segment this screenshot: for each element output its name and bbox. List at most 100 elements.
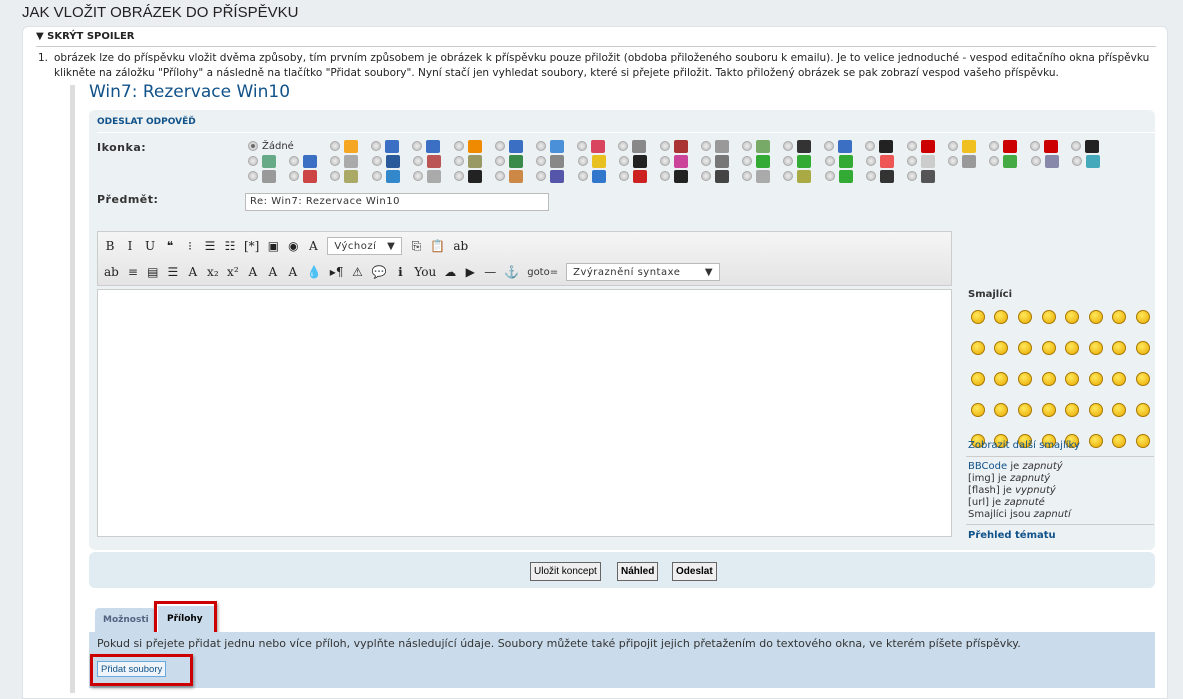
radio[interactable] xyxy=(495,156,506,166)
radio[interactable] xyxy=(701,171,712,181)
icon-option[interactable] xyxy=(495,169,536,183)
smiley-button[interactable] xyxy=(1108,425,1132,456)
icon-option[interactable] xyxy=(659,154,701,168)
radio[interactable] xyxy=(742,156,753,166)
toolbar-button[interactable]: — xyxy=(484,264,496,280)
icon-option[interactable] xyxy=(906,139,948,153)
radio[interactable] xyxy=(536,156,547,166)
toolbar-button[interactable]: B xyxy=(104,238,116,254)
radio[interactable] xyxy=(865,141,876,151)
icon-option[interactable] xyxy=(742,154,783,168)
icon-option[interactable] xyxy=(330,169,371,183)
more-smileys-link[interactable]: Zobrazit další smajlíky xyxy=(968,440,1080,451)
radio[interactable] xyxy=(907,171,917,181)
smiley-button[interactable] xyxy=(1131,332,1155,363)
toolbar-button[interactable]: ☁ xyxy=(444,264,456,280)
smiley-button[interactable] xyxy=(1013,363,1037,394)
toolbar-button[interactable]: ⎘ xyxy=(410,238,422,254)
radio[interactable] xyxy=(824,171,835,181)
radio[interactable] xyxy=(453,171,464,181)
toolbar-button[interactable]: x² xyxy=(227,264,239,280)
save-draft-button[interactable]: Uložit koncept xyxy=(530,562,601,581)
toolbar-button[interactable]: ☰ xyxy=(167,264,179,280)
radio[interactable] xyxy=(659,141,670,151)
icon-option[interactable] xyxy=(1030,139,1071,153)
radio[interactable] xyxy=(1071,156,1082,166)
radio[interactable] xyxy=(618,141,629,151)
smiley-button[interactable] xyxy=(990,332,1014,363)
toolbar-button[interactable]: ab xyxy=(453,238,468,254)
smiley-button[interactable] xyxy=(1037,301,1061,332)
smiley-button[interactable] xyxy=(1013,332,1037,363)
smiley-button[interactable] xyxy=(1131,394,1155,425)
icon-option[interactable] xyxy=(495,154,536,168)
smiley-button[interactable] xyxy=(966,301,990,332)
icon-option[interactable] xyxy=(948,154,989,168)
icon-option[interactable] xyxy=(907,169,948,183)
radio[interactable] xyxy=(453,156,464,166)
icon-option[interactable] xyxy=(701,154,742,168)
icon-option[interactable] xyxy=(330,154,371,168)
smiley-button[interactable] xyxy=(1060,301,1084,332)
icon-option[interactable] xyxy=(248,154,289,168)
icon-option[interactable] xyxy=(618,169,660,183)
icon-option[interactable] xyxy=(989,139,1030,153)
preview-button[interactable]: Náhled xyxy=(617,562,659,581)
icon-option[interactable] xyxy=(701,169,742,183)
smiley-button[interactable] xyxy=(1037,332,1061,363)
smiley-button[interactable] xyxy=(1084,425,1108,456)
radio[interactable] xyxy=(783,171,794,181)
smiley-button[interactable] xyxy=(1037,363,1061,394)
icon-option[interactable] xyxy=(371,154,413,168)
radio[interactable] xyxy=(618,156,629,166)
icon-option[interactable] xyxy=(412,154,454,168)
toolbar-button[interactable]: ℹ xyxy=(394,264,406,280)
radio[interactable] xyxy=(536,171,547,181)
smiley-button[interactable] xyxy=(1060,394,1084,425)
radio[interactable] xyxy=(700,141,711,151)
icon-option[interactable] xyxy=(783,139,824,153)
radio[interactable] xyxy=(824,156,835,166)
toolbar-button[interactable]: A xyxy=(187,264,199,280)
icon-option[interactable] xyxy=(536,154,577,168)
icon-option[interactable] xyxy=(783,169,824,183)
radio[interactable] xyxy=(453,141,464,151)
smiley-button[interactable] xyxy=(1037,394,1061,425)
icon-option[interactable] xyxy=(659,169,701,183)
icon-option[interactable] xyxy=(865,169,907,183)
radio[interactable] xyxy=(989,156,1000,166)
icon-option[interactable] xyxy=(700,139,742,153)
icon-option[interactable] xyxy=(289,154,330,168)
radio[interactable] xyxy=(1030,156,1041,166)
icon-option[interactable] xyxy=(618,154,660,168)
radio[interactable] xyxy=(248,156,258,166)
toolbar-button[interactable]: ☰ xyxy=(204,238,216,254)
toolbar-button[interactable]: You xyxy=(414,264,436,280)
icon-option[interactable] xyxy=(453,154,495,168)
radio[interactable] xyxy=(494,141,505,151)
radio[interactable] xyxy=(783,156,794,166)
toolbar-button[interactable]: ☷ xyxy=(224,238,236,254)
toolbar-button[interactable]: [*] xyxy=(244,238,259,254)
radio[interactable] xyxy=(371,141,382,151)
icon-option[interactable] xyxy=(824,169,866,183)
toolbar-button[interactable]: 📋 xyxy=(430,238,445,254)
radio[interactable] xyxy=(742,171,753,181)
radio[interactable] xyxy=(907,156,917,166)
icon-option[interactable] xyxy=(741,139,783,153)
radio[interactable] xyxy=(371,156,382,166)
icon-option[interactable] xyxy=(577,169,619,183)
smiley-button[interactable] xyxy=(990,363,1014,394)
icon-option[interactable] xyxy=(453,169,495,183)
toolbar-button[interactable]: A xyxy=(247,264,259,280)
radio[interactable] xyxy=(1071,141,1082,151)
syntax-select[interactable]: Zvýraznění syntaxe ▼ xyxy=(566,263,721,281)
icon-option[interactable] xyxy=(577,154,619,168)
bbcode-link[interactable]: BBCode xyxy=(968,461,1007,472)
icon-option[interactable] xyxy=(742,169,783,183)
toolbar-button[interactable]: 💬 xyxy=(371,264,386,280)
icon-option[interactable] xyxy=(412,139,453,153)
radio[interactable] xyxy=(248,171,258,181)
radio-selected[interactable] xyxy=(248,141,258,151)
smiley-button[interactable] xyxy=(1108,332,1132,363)
